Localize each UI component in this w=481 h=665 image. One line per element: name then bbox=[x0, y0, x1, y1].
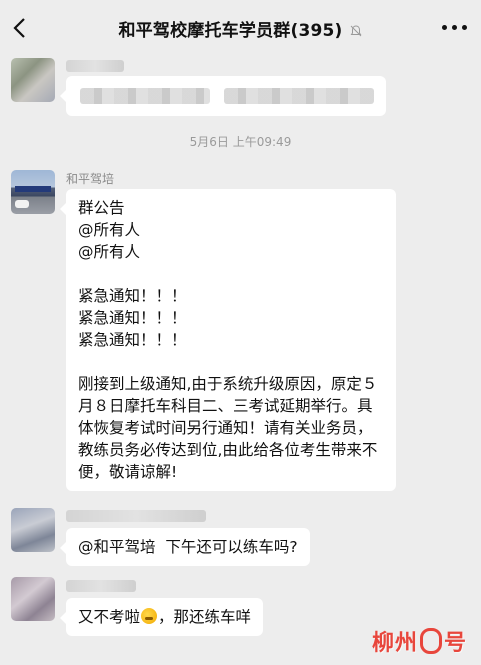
announcement-line: 群公告 bbox=[78, 199, 125, 217]
announcement-bubble[interactable]: 群公告 @所有人 @所有人 紧急通知！！！ 紧急通知！！！ 紧急通知！！！ 刚接… bbox=[60, 189, 396, 491]
blurred-message-text bbox=[224, 88, 374, 104]
blurred-message-text bbox=[80, 88, 210, 104]
avatar[interactable] bbox=[11, 58, 55, 102]
watermark-left: 柳州 bbox=[371, 631, 418, 656]
announcement-body: 刚接到上级通知,由于系统升级原因，原定５月８日摩托车科目二、三考试延期举行。具体… bbox=[78, 375, 378, 481]
reply-bubble[interactable]: 又不考啦 ，那还练车咩 bbox=[59, 598, 264, 636]
sender-name-blurred bbox=[66, 60, 124, 72]
avatar[interactable] bbox=[11, 170, 55, 214]
mention-all: @所有人 bbox=[78, 243, 141, 261]
reply-text: 又不考啦 bbox=[78, 608, 141, 626]
more-button[interactable] bbox=[442, 25, 467, 30]
watermark-q-icon bbox=[419, 628, 442, 654]
blurred-message-bubble[interactable] bbox=[60, 76, 386, 116]
urgent-notice: 紧急通知！！！ bbox=[78, 309, 187, 327]
sender-name-blurred bbox=[66, 510, 206, 522]
urgent-notice: 紧急通知！！！ bbox=[78, 287, 187, 305]
more-dots-icon bbox=[442, 25, 447, 30]
watermark-logo: 柳州号 bbox=[372, 625, 467, 657]
sender-name-blurred bbox=[66, 580, 136, 592]
sender-name: 和平驾培 bbox=[66, 172, 115, 186]
chat-title-wrap: 和平驾校摩托车学员群(395) bbox=[0, 16, 481, 41]
mention-all: @所有人 bbox=[78, 221, 141, 239]
reply-text: @和平驾培 下午还可以练车吗? bbox=[78, 538, 298, 556]
face-emoji-icon bbox=[141, 608, 158, 624]
message-timestamp: 5月6日 上午09:49 bbox=[189, 135, 292, 149]
avatar[interactable] bbox=[11, 508, 55, 552]
avatar[interactable] bbox=[11, 577, 55, 621]
chat-title: 和平驾校摩托车学员群(395) bbox=[118, 21, 343, 41]
reply-bubble[interactable]: @和平驾培 下午还可以练车吗? bbox=[60, 528, 310, 566]
top-bar: 和平驾校摩托车学员群(395) bbox=[0, 0, 481, 56]
urgent-notice: 紧急通知！！！ bbox=[78, 331, 187, 349]
watermark-right: 号 bbox=[443, 631, 467, 656]
reply-text: ，那还练车咩 bbox=[158, 608, 252, 626]
bell-muted-icon bbox=[350, 25, 361, 37]
